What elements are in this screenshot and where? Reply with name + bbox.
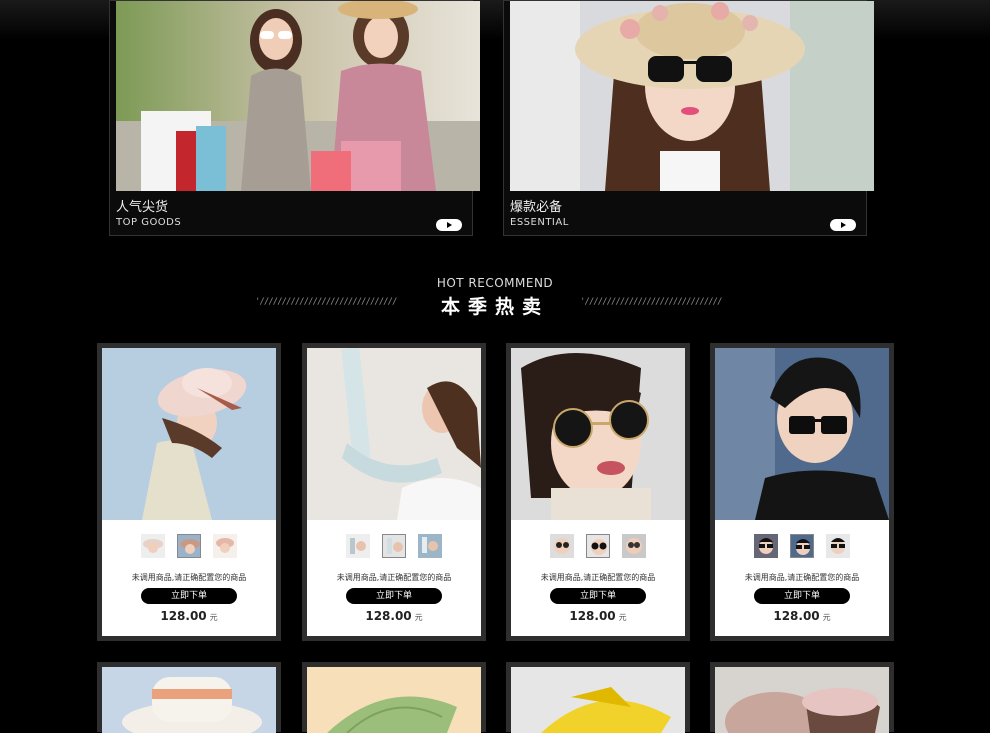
price-unit: 元: [822, 613, 831, 622]
banner-top-goods[interactable]: 人气尖货 TOP GOODS: [109, 0, 480, 236]
product-card-partial[interactable]: [710, 662, 894, 733]
color-swatch-selected[interactable]: [382, 534, 406, 558]
product-card-partial[interactable]: [302, 662, 486, 733]
buy-now-button[interactable]: 立即下单: [550, 588, 646, 604]
color-swatch[interactable]: [213, 534, 237, 558]
price-value: 128.00: [773, 609, 820, 623]
color-swatch[interactable]: [754, 534, 778, 558]
color-swatch[interactable]: [550, 534, 574, 558]
color-swatch-selected[interactable]: [790, 534, 814, 558]
banner-essential[interactable]: 爆款必备 ESSENTIAL: [503, 0, 874, 236]
buy-now-button[interactable]: 立即下单: [346, 588, 442, 604]
price-value: 128.00: [365, 609, 412, 623]
color-swatches: [307, 534, 481, 558]
color-swatch[interactable]: [418, 534, 442, 558]
product-card[interactable]: 未调用商品,请正确配置您的商品 立即下单 128.00 元: [710, 343, 894, 641]
product-price: 128.00 元: [715, 609, 889, 623]
product-photo: [307, 348, 481, 520]
color-swatches: [102, 534, 276, 558]
product-photo: [511, 348, 685, 520]
price-value: 128.00: [160, 609, 207, 623]
banner-title-cn: 人气尖货: [116, 200, 169, 215]
product-card[interactable]: 未调用商品,请正确配置您的商品 立即下单 128.00 元: [97, 343, 281, 641]
color-swatches: [715, 534, 889, 558]
price-unit: 元: [209, 613, 218, 622]
product-price: 128.00 元: [102, 609, 276, 623]
color-swatch[interactable]: [622, 534, 646, 558]
banner-title-en: TOP GOODS: [116, 217, 182, 228]
color-swatch[interactable]: [141, 534, 165, 558]
buy-now-button[interactable]: 立即下单: [754, 588, 850, 604]
banner-photo-sunhat: [510, 1, 874, 191]
product-description: 未调用商品,请正确配置您的商品: [336, 573, 452, 582]
arrow-right-icon: [840, 222, 846, 228]
product-photo: [307, 667, 481, 733]
color-swatch[interactable]: [826, 534, 850, 558]
price-unit: 元: [414, 613, 423, 622]
product-card[interactable]: 未调用商品,请正确配置您的商品 立即下单 128.00 元: [506, 343, 690, 641]
color-swatch[interactable]: [346, 534, 370, 558]
banner-title-cn: 爆款必备: [510, 200, 563, 215]
product-card[interactable]: 未调用商品,请正确配置您的商品 立即下单 128.00 元: [302, 343, 486, 641]
product-photo: [102, 667, 276, 733]
price-unit: 元: [618, 613, 627, 622]
product-price: 128.00 元: [307, 609, 481, 623]
product-photo: [715, 348, 889, 520]
banner-arrow-button[interactable]: [436, 219, 462, 231]
product-photo: [102, 348, 276, 520]
price-value: 128.00: [569, 609, 616, 623]
section-title-cn: 本季热卖: [440, 296, 549, 318]
color-swatch-selected[interactable]: [586, 534, 610, 558]
product-photo: [715, 667, 889, 733]
color-swatches: [511, 534, 685, 558]
product-photo: [511, 667, 685, 733]
arrow-right-icon: [446, 222, 452, 228]
banner-title-en: ESSENTIAL: [510, 217, 569, 228]
product-description: 未调用商品,请正确配置您的商品: [744, 573, 860, 582]
section-title-en: HOT RECOMMEND: [436, 276, 554, 290]
color-swatch-selected[interactable]: [177, 534, 201, 558]
buy-now-button[interactable]: 立即下单: [141, 588, 237, 604]
product-description: 未调用商品,请正确配置您的商品: [131, 573, 247, 582]
product-card-partial[interactable]: [97, 662, 281, 733]
section-header: HOT RECOMMEND 本季热卖: [0, 276, 990, 319]
product-card-partial[interactable]: [506, 662, 690, 733]
product-price: 128.00 元: [511, 609, 685, 623]
product-description: 未调用商品,请正确配置您的商品: [540, 573, 656, 582]
banner-photo-shopping: [116, 1, 480, 191]
banner-arrow-button[interactable]: [830, 219, 856, 231]
